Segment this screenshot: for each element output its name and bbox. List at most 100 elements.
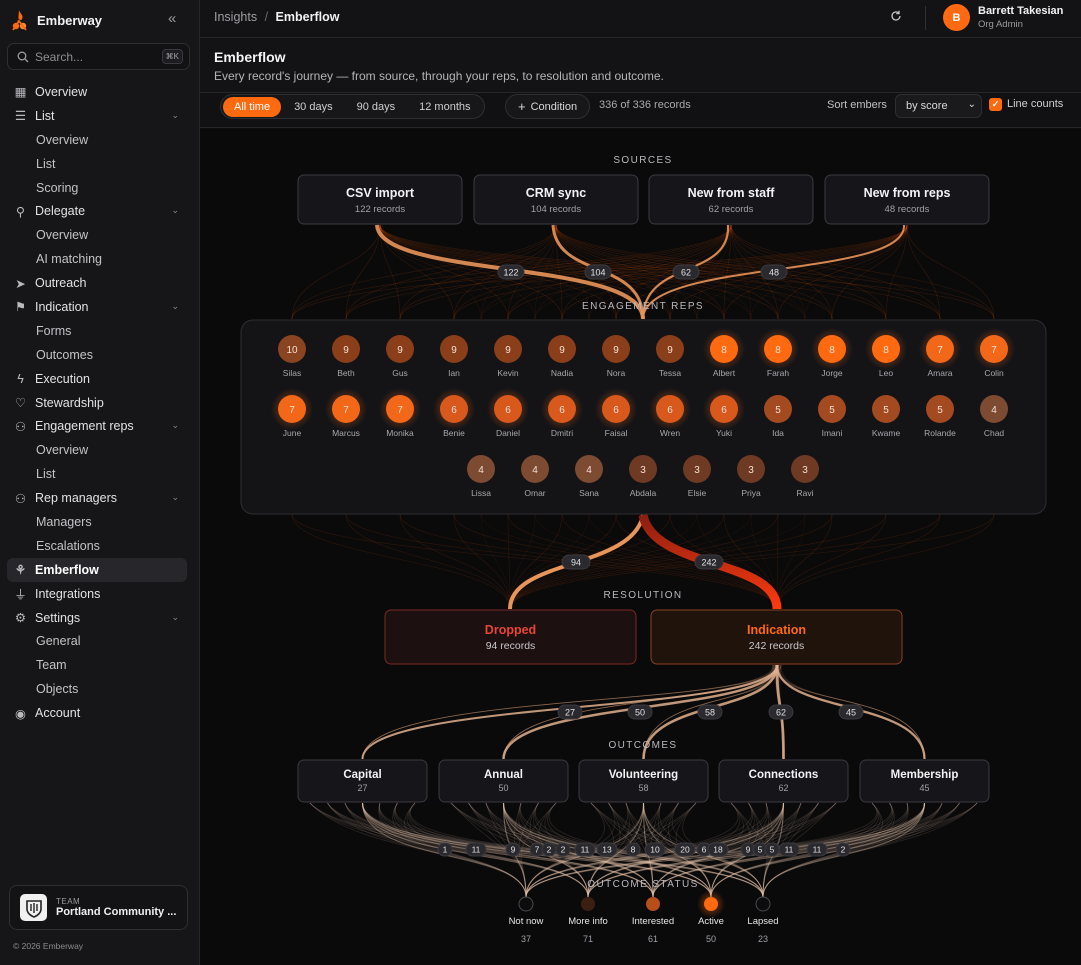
range-12-months[interactable]: 12 months — [408, 97, 481, 117]
status-node-more-info[interactable]: More info 71 — [568, 897, 608, 944]
sidebar-item-account[interactable]: ◉ Account — [0, 701, 199, 725]
rep-node-chad[interactable]: 4 Chad — [980, 395, 1008, 438]
chevron-down-icon[interactable]: ⌄ — [171, 612, 179, 623]
flow-line — [345, 513, 511, 610]
rep-node-omar[interactable]: 4 Omar — [521, 455, 549, 498]
resolution-node-indication[interactable]: Indication 242 records — [650, 609, 903, 665]
sidebar-item-ai-matching[interactable]: AI matching — [0, 247, 199, 271]
rep-node-nadia[interactable]: 9 Nadia — [548, 335, 576, 378]
chevron-down-icon[interactable]: ⌄ — [171, 420, 179, 431]
status-dot[interactable] — [518, 896, 534, 912]
chevron-down-icon[interactable]: ⌄ — [171, 492, 179, 503]
status-dot[interactable] — [704, 897, 718, 911]
outcome-node-volunteering[interactable]: Volunteering 58 — [578, 759, 709, 803]
sidebar-item-indication[interactable]: ⚑ Indication ⌄ — [0, 295, 199, 319]
outcome-box[interactable] — [859, 759, 990, 803]
sidebar-item-team[interactable]: Team — [0, 653, 199, 677]
add-condition-button[interactable]: + Condition — [505, 94, 591, 119]
sidebar-item-overview[interactable]: Overview — [0, 128, 199, 152]
sidebar-item-list[interactable]: List — [0, 152, 199, 176]
sidebar-item-escalations[interactable]: Escalations — [0, 534, 199, 558]
sidebar-item-scoring[interactable]: Scoring — [0, 176, 199, 200]
breadcrumb-parent[interactable]: Insights — [214, 10, 257, 24]
rep-name: Farah — [767, 368, 789, 378]
sidebar-item-emberflow[interactable]: ⚘ Emberflow — [7, 557, 187, 582]
sidebar-item-overview[interactable]: ▦ Overview — [0, 80, 199, 104]
status-dot[interactable] — [581, 897, 595, 911]
line-counts-checkbox[interactable]: ✓ — [989, 98, 1002, 111]
brand[interactable]: Emberway — [10, 9, 102, 31]
chevron-down-icon[interactable]: ⌄ — [171, 110, 179, 121]
chevron-down-icon[interactable]: ⌄ — [171, 205, 179, 216]
sidebar-item-list[interactable]: List — [0, 462, 199, 486]
sidebar-item-general[interactable]: General — [0, 629, 199, 653]
sidebar-item-objects[interactable]: Objects — [0, 677, 199, 701]
rep-node-abdala[interactable]: 3 Abdala — [629, 455, 657, 498]
line-counts-label[interactable]: Line counts — [1007, 98, 1063, 110]
sidebar-item-rep-managers[interactable]: ⚇ Rep managers ⌄ — [0, 486, 199, 510]
rep-name: Jorge — [821, 368, 843, 378]
status-count: 13 — [602, 845, 612, 855]
sidebar-item-forms[interactable]: Forms — [0, 319, 199, 343]
sidebar-item-overview[interactable]: Overview — [0, 223, 199, 247]
search-input[interactable]: Search... ⌘K — [7, 43, 190, 70]
source-node[interactable]: CRM sync 104 records — [473, 174, 639, 225]
sidebar-item-delegate[interactable]: ⚲ Delegate ⌄ — [0, 199, 199, 223]
refresh-icon[interactable] — [890, 10, 902, 25]
outcome-sub: 45 — [919, 783, 929, 793]
outcome-node-membership[interactable]: Membership 45 — [859, 759, 990, 803]
outcome-box[interactable] — [718, 759, 849, 803]
rep-node-rolande[interactable]: 5 Rolande — [924, 395, 956, 438]
sidebar-item-settings[interactable]: ⚙ Settings ⌄ — [0, 606, 199, 630]
team-switcher[interactable]: TEAM Portland Community ... — [9, 885, 188, 930]
status-node-not-now[interactable]: Not now 37 — [509, 896, 544, 944]
sidebar-item-outreach[interactable]: ➤ Outreach — [0, 271, 199, 295]
user-name[interactable]: Barrett Takesian — [978, 5, 1063, 17]
chevron-down-icon[interactable]: ⌄ — [171, 301, 179, 312]
sidebar-item-overview[interactable]: Overview — [0, 438, 199, 462]
rep-node-imani[interactable]: 5 Imani — [818, 395, 846, 438]
status-count: 11 — [785, 845, 794, 855]
rep-node-sana[interactable]: 4 Sana — [575, 455, 603, 498]
outcome-box[interactable] — [297, 759, 428, 803]
rep-node-lissa[interactable]: 4 Lissa — [467, 455, 495, 498]
status-dot[interactable] — [646, 897, 660, 911]
rep-name: Elsie — [688, 488, 707, 498]
sidebar-item-outcomes[interactable]: Outcomes — [0, 343, 199, 367]
sidebar-item-stewardship[interactable]: ♡ Stewardship — [0, 391, 199, 415]
sidebar-item-execution[interactable]: ϟ Execution — [0, 367, 199, 391]
sort-select[interactable]: by score ⌄ — [895, 94, 982, 118]
status-count-pill: 18 — [707, 842, 729, 857]
resolution-node-dropped[interactable]: Dropped 94 records — [384, 609, 637, 665]
status-dot[interactable] — [755, 896, 771, 912]
rep-node-kwame[interactable]: 5 Kwame — [872, 395, 901, 438]
avatar[interactable]: B — [943, 4, 970, 31]
collapse-sidebar-icon[interactable]: « — [168, 11, 176, 27]
outcome-node-annual[interactable]: Annual 50 — [438, 759, 569, 803]
sidebar-item-managers[interactable]: Managers — [0, 510, 199, 534]
rep-node-tessa[interactable]: 9 Tessa — [656, 335, 684, 378]
source-node[interactable]: New from staff 62 records — [648, 174, 814, 225]
status-node-lapsed[interactable]: Lapsed 23 — [747, 896, 779, 944]
status-count-pill: 11 — [806, 842, 828, 857]
range-90-days[interactable]: 90 days — [346, 97, 407, 117]
status-node-active[interactable]: Active 50 — [697, 890, 725, 944]
sidebar-item-integrations[interactable]: ⏚ Integrations — [0, 582, 199, 606]
outcome-box[interactable] — [438, 759, 569, 803]
outcome-box[interactable] — [578, 759, 709, 803]
range-30-days[interactable]: 30 days — [283, 97, 344, 117]
resolution-name: Dropped — [485, 623, 536, 637]
source-node[interactable]: CSV import 122 records — [297, 174, 463, 225]
source-node[interactable]: New from reps 48 records — [824, 174, 990, 225]
resolution-sub: 94 records — [486, 640, 536, 652]
resolution-box[interactable] — [650, 609, 903, 665]
sidebar-item-engagement-reps[interactable]: ⚇ Engagement reps ⌄ — [0, 414, 199, 438]
status-node-interested[interactable]: Interested 61 — [632, 897, 674, 944]
outcome-sub: 58 — [638, 783, 648, 793]
rep-node-kevin[interactable]: 9 Kevin — [494, 335, 522, 378]
outcome-node-capital[interactable]: Capital 27 — [297, 759, 428, 803]
sidebar-item-list[interactable]: ☰ List ⌄ — [0, 104, 199, 128]
range-all-time[interactable]: All time — [223, 96, 282, 117]
resolution-box[interactable] — [384, 609, 637, 665]
outcome-node-connections[interactable]: Connections 62 — [718, 759, 849, 803]
